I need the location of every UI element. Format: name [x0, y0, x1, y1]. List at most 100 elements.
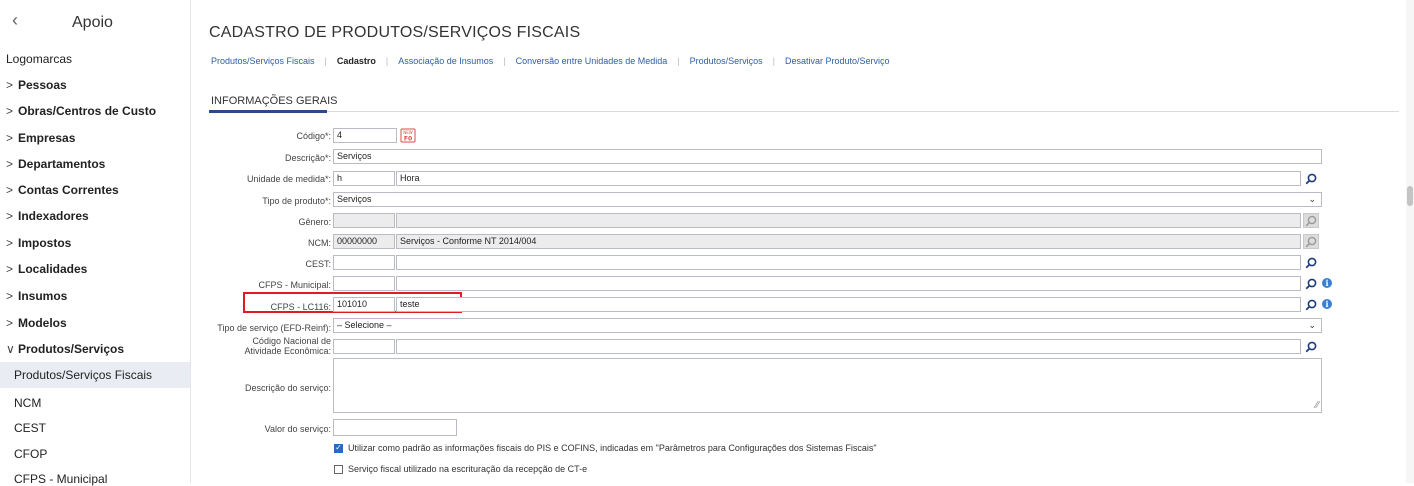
- pis-cofins-checkbox[interactable]: ✓: [334, 443, 343, 453]
- tipo-servico-value: – Selecione –: [337, 320, 392, 330]
- ncm-label: NCM:: [308, 238, 331, 248]
- sidebar-item-label: Localidades: [18, 262, 88, 276]
- tab-desativar-produto[interactable]: Desativar Produto/Serviço: [785, 56, 890, 66]
- sub-navigation: Produtos/Serviços Fiscais | Cadastro | Assoc…: [211, 56, 890, 66]
- sidebar-item-label: Pessoas: [18, 78, 67, 92]
- search-icon[interactable]: [1303, 234, 1319, 249]
- tab-separator: |: [385, 56, 389, 66]
- chevron-left-icon[interactable]: ‹: [12, 10, 18, 31]
- genero-label: Gênero:: [298, 217, 331, 227]
- page-title: CADASTRO DE PRODUTOS/SERVIÇOS FISCAIS: [209, 24, 581, 41]
- tab-associacao-insumos[interactable]: Associação de Insumos: [398, 56, 493, 66]
- cnae-code-input[interactable]: [333, 339, 395, 354]
- chevron-down-icon: ⌄: [1308, 194, 1316, 204]
- unidade-code-input[interactable]: h: [333, 171, 395, 186]
- sidebar-item-logomarcas[interactable]: Logomarcas: [0, 52, 190, 66]
- chevron-right-icon: >: [6, 183, 14, 197]
- cnae-label: Código Nacional de Atividade Econômica:: [191, 336, 331, 356]
- search-icon[interactable]: [1303, 255, 1319, 270]
- descricao-input[interactable]: Serviços: [333, 149, 1322, 164]
- cfps-municipal-label: CFPS - Municipal:: [258, 280, 331, 290]
- cfps-municipal-code-input[interactable]: [333, 276, 395, 291]
- tipo-servico-select[interactable]: – Selecione – ⌄: [333, 318, 1322, 333]
- tab-produtos-servicos-fiscais[interactable]: Produtos/Serviços Fiscais: [211, 56, 315, 66]
- tab-conversao-unidades[interactable]: Conversão entre Unidades de Medida: [516, 56, 668, 66]
- cfps-lc116-label: CFPS - LC116:: [270, 302, 331, 312]
- svg-text:NEW: NEW: [403, 130, 413, 135]
- chevron-right-icon: >: [6, 209, 14, 223]
- sidebar-item-localidades[interactable]: > Localidades: [0, 262, 190, 276]
- tab-separator: |: [677, 56, 680, 66]
- cte-checkbox-row[interactable]: Serviço fiscal utilizado na escrituração…: [334, 464, 587, 474]
- tipo-produto-value: Serviços: [337, 194, 372, 204]
- sidebar-item-label: Produtos/Serviços Fiscais: [14, 368, 153, 382]
- sidebar-item-impostos[interactable]: > Impostos: [0, 236, 190, 250]
- sidebar-item-cfop[interactable]: CFOP: [0, 447, 190, 461]
- sidebar-item-cfps-municipal[interactable]: CFPS - Municipal: [0, 472, 190, 486]
- descricao-label: Descrição*:: [284, 153, 331, 163]
- sidebar-title: Apoio: [72, 14, 113, 31]
- sidebar-item-label: CFOP: [14, 447, 48, 461]
- pis-cofins-checkbox-row[interactable]: ✓ Utilizar como padrão as informações fi…: [334, 443, 877, 453]
- svg-text:F0: F0: [404, 136, 412, 143]
- info-icon[interactable]: i: [1322, 299, 1332, 309]
- valor-servico-input[interactable]: [333, 419, 457, 436]
- chevron-right-icon: >: [6, 236, 14, 250]
- sidebar-item-produtos-servicos-fiscais[interactable]: Produtos/Serviços Fiscais: [0, 362, 190, 388]
- search-icon[interactable]: [1303, 213, 1319, 228]
- cest-name-input[interactable]: [396, 255, 1301, 270]
- genero-name-input[interactable]: [396, 213, 1301, 228]
- tipo-produto-select[interactable]: Serviços ⌄: [333, 192, 1322, 207]
- cnae-name-input[interactable]: [396, 339, 1301, 354]
- chevron-down-icon: ⌄: [1308, 320, 1316, 330]
- section-title: INFORMAÇÕES GERAIS: [211, 95, 338, 107]
- sidebar-item-cest[interactable]: CEST: [0, 421, 190, 435]
- sidebar-item-contas-correntes[interactable]: > Contas Correntes: [0, 183, 190, 197]
- chevron-right-icon: >: [6, 289, 14, 303]
- resize-grip-icon[interactable]: ∕∕: [1316, 400, 1319, 411]
- cfps-lc116-code-input[interactable]: 101010: [333, 297, 395, 312]
- search-icon[interactable]: [1303, 171, 1319, 186]
- sidebar-item-departamentos[interactable]: > Departamentos: [0, 157, 190, 171]
- tab-produtos-servicos[interactable]: Produtos/Serviços: [690, 56, 763, 66]
- tipo-produto-label: Tipo de produto*:: [262, 196, 331, 206]
- tab-cadastro[interactable]: Cadastro: [337, 56, 376, 66]
- sidebar: ‹ Apoio Logomarcas > Pessoas > Obras/Centr…: [0, 0, 191, 486]
- valor-servico-label: Valor do serviço:: [264, 424, 331, 434]
- ncm-name-input[interactable]: Serviços - Conforme NT 2014/004: [396, 234, 1301, 249]
- cte-checkbox[interactable]: [334, 464, 343, 474]
- genero-code-input[interactable]: [333, 213, 395, 228]
- sidebar-item-produtos-servicos[interactable]: ∨ Produtos/Serviços: [0, 342, 190, 356]
- search-icon[interactable]: [1303, 339, 1319, 354]
- scrollbar[interactable]: [1406, 0, 1414, 483]
- chevron-right-icon: >: [6, 104, 14, 118]
- codigo-input[interactable]: 4: [333, 128, 397, 143]
- scrollbar-thumb[interactable]: [1407, 186, 1413, 206]
- cte-checkbox-label: Serviço fiscal utilizado na escrituração…: [348, 464, 588, 474]
- new-code-icon[interactable]: NEW F0: [400, 128, 416, 143]
- chevron-right-icon: >: [6, 316, 14, 330]
- sidebar-item-obras[interactable]: > Obras/Centros de Custo: [0, 104, 190, 118]
- sidebar-item-indexadores[interactable]: > Indexadores: [0, 209, 190, 223]
- unidade-name-input[interactable]: Hora: [396, 171, 1301, 186]
- search-icon[interactable]: [1303, 276, 1319, 291]
- search-icon[interactable]: [1303, 297, 1319, 312]
- ncm-code-input[interactable]: 00000000: [333, 234, 395, 249]
- sidebar-item-modelos[interactable]: > Modelos: [0, 316, 190, 330]
- sidebar-item-label: Produtos/Serviços: [18, 342, 125, 356]
- sidebar-item-insumos[interactable]: > Insumos: [0, 289, 190, 303]
- descricao-servico-label: Descrição do serviço:: [244, 383, 331, 393]
- sidebar-item-ncm[interactable]: NCM: [0, 396, 190, 410]
- sidebar-item-pessoas[interactable]: > Pessoas: [0, 78, 190, 92]
- sidebar-item-label: Logomarcas: [6, 52, 73, 66]
- sidebar-header: ‹ Apoio: [0, 0, 190, 44]
- cest-code-input[interactable]: [333, 255, 395, 270]
- cnae-label-line1: Código Nacional de: [252, 336, 331, 346]
- sidebar-item-empresas[interactable]: > Empresas: [0, 131, 190, 145]
- info-icon[interactable]: i: [1322, 278, 1332, 288]
- cnae-label-line2: Atividade Econômica:: [244, 346, 331, 356]
- tipo-servico-label: Tipo de serviço (EFD-Reinf):: [217, 323, 331, 333]
- cfps-municipal-name-input[interactable]: [396, 276, 1301, 291]
- cfps-lc116-name-input[interactable]: teste: [396, 297, 1301, 312]
- descricao-servico-textarea[interactable]: ∕∕: [333, 358, 1322, 413]
